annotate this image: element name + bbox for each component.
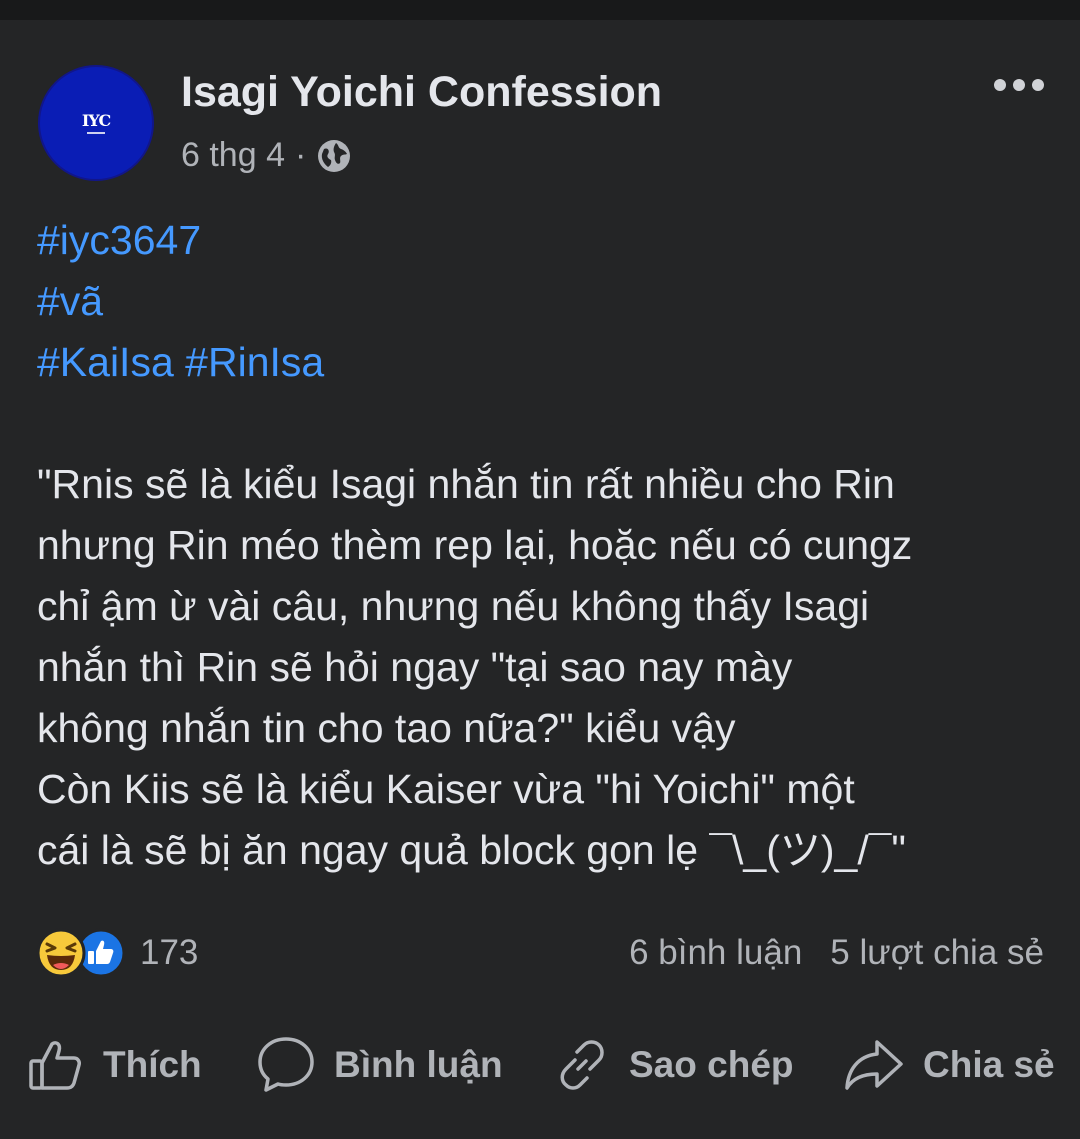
reactions-summary[interactable]: 173	[36, 928, 198, 978]
share-label: Chia sẻ	[923, 1044, 1055, 1085]
share-arrow-icon	[845, 1040, 903, 1090]
haha-reaction-icon	[36, 928, 86, 978]
avatar-logo-text: IYC	[81, 110, 111, 130]
action-bar: Thích Bình luận Sao chép Chia sẻ	[0, 1030, 1080, 1100]
more-dot	[1032, 79, 1044, 91]
hashtag-rinisa[interactable]: #RinIsa	[185, 339, 324, 385]
comment-button[interactable]: Bình luận	[256, 1030, 503, 1100]
body-text-line: nhắn thì Rin sẽ hỏi ngay "tại sao nay mà…	[37, 644, 793, 690]
comment-bubble-icon	[258, 1037, 314, 1092]
comment-label: Bình luận	[334, 1044, 503, 1085]
meta-separator: ·	[294, 136, 307, 174]
avatar-logo-underline	[87, 131, 105, 134]
body-text-line: Còn Kiis sẽ là kiểu Kaiser vừa "hi Yoich…	[37, 766, 855, 812]
post-content: #iyc3647 #vã #KaiIsa #RinIsa "Rnis sẽ là…	[37, 210, 1057, 881]
body-text-line: cái là sẽ bị ăn ngay quả block gọn lẹ ¯\…	[37, 827, 906, 873]
shares-count-link[interactable]: 5 lượt chia sẻ	[830, 933, 1044, 973]
hashtag-iyc3647[interactable]: #iyc3647	[37, 210, 1057, 271]
post-meta: 6 thg 4 ·	[181, 136, 352, 175]
copy-link-button[interactable]: Sao chép	[553, 1030, 794, 1100]
thumbs-up-icon	[29, 1041, 81, 1090]
engagement-counts: 6 bình luận 5 lượt chia sẻ	[629, 933, 1044, 973]
post-stats: 173 6 bình luận 5 lượt chia sẻ	[36, 925, 1044, 981]
link-icon	[560, 1040, 604, 1090]
reaction-count: 173	[140, 933, 199, 972]
body-text-line: "Rnis sẽ là kiểu Isagi nhắn tin rất nhiề…	[37, 461, 895, 507]
body-text-line: nhưng Rin méo thèm rep lại, hoặc nếu có …	[37, 522, 913, 568]
more-options-button[interactable]	[994, 70, 1044, 100]
copy-label: Sao chép	[629, 1044, 794, 1085]
status-bar-strip	[0, 0, 1080, 20]
comments-count-link[interactable]: 6 bình luận	[629, 933, 802, 973]
post-date[interactable]: 6 thg 4	[181, 136, 285, 175]
body-text-line: chỉ ậm ừ vài câu, nhưng nếu không thấy I…	[37, 583, 870, 629]
like-label: Thích	[103, 1044, 202, 1085]
more-dot	[1013, 79, 1025, 91]
hashtag-kaiisa[interactable]: #KaiIsa	[37, 339, 174, 385]
like-button[interactable]: Thích	[27, 1030, 202, 1100]
more-dot	[994, 79, 1006, 91]
hashtag-line: #KaiIsa #RinIsa	[37, 332, 1057, 393]
hashtag-va[interactable]: #vã	[37, 271, 1057, 332]
share-button[interactable]: Chia sẻ	[843, 1030, 1055, 1100]
globe-icon	[318, 139, 351, 172]
page-avatar[interactable]: IYC	[38, 65, 154, 181]
page-name[interactable]: Isagi Yoichi Confession	[181, 68, 662, 117]
body-text-line: không nhắn tin cho tao nữa?" kiểu vậy	[37, 705, 736, 751]
